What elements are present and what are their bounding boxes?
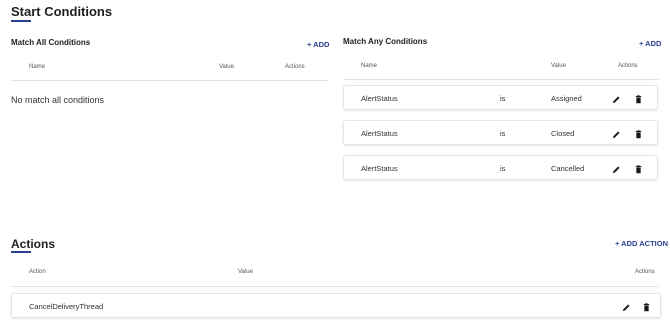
match-any-header-value: Value — [551, 63, 566, 69]
action-row[interactable]: CancelDeliveryThread — [11, 293, 661, 318]
match-all-add-button[interactable]: + ADD — [307, 40, 329, 49]
condition-operator: is — [500, 164, 506, 173]
actions-title: Actions — [11, 237, 56, 251]
add-action-button[interactable]: + ADD ACTION — [615, 239, 668, 248]
actions-header-action: Action — [29, 269, 46, 275]
start-conditions-title: Start Conditions — [11, 4, 113, 19]
pencil-icon[interactable] — [622, 303, 631, 312]
trash-icon[interactable] — [634, 165, 643, 174]
pencil-icon[interactable] — [612, 130, 621, 139]
match-all-header-name: Name — [29, 64, 46, 70]
condition-value: Closed — [551, 129, 575, 138]
match-all-title: Match All Conditions — [11, 38, 91, 47]
condition-value: Assigned — [551, 94, 582, 103]
match-all-empty-message: No match all conditions — [11, 95, 105, 105]
condition-name: AlertStatus — [361, 164, 398, 173]
actions-header-actions: Actions — [635, 269, 655, 275]
match-any-add-button[interactable]: + ADD — [639, 39, 661, 48]
condition-name: AlertStatus — [361, 94, 398, 103]
match-any-row[interactable]: AlertStatus is Closed — [343, 120, 658, 145]
start-conditions-underline — [11, 20, 31, 22]
match-any-title: Match Any Conditions — [343, 37, 428, 46]
pencil-icon[interactable] — [612, 165, 621, 174]
match-any-row[interactable]: AlertStatus is Cancelled — [343, 155, 658, 180]
trash-icon[interactable] — [634, 130, 643, 139]
actions-underline — [11, 251, 31, 253]
pencil-icon[interactable] — [612, 95, 621, 104]
match-all-header-divider — [11, 80, 329, 81]
match-any-header-divider — [343, 79, 659, 80]
match-any-row[interactable]: AlertStatus is Assigned — [343, 85, 658, 110]
actions-header-value: Value — [238, 269, 253, 275]
match-any-header-name: Name — [361, 63, 378, 69]
condition-operator: is — [500, 129, 506, 138]
trash-icon[interactable] — [634, 95, 643, 104]
condition-value: Cancelled — [551, 164, 585, 173]
action-name: CancelDeliveryThread — [29, 302, 104, 311]
match-all-header-value: Value — [219, 64, 234, 70]
actions-header-divider — [11, 286, 659, 287]
condition-name: AlertStatus — [361, 129, 398, 138]
match-any-header-actions: Actions — [618, 63, 638, 69]
condition-operator: is — [500, 94, 506, 103]
trash-icon[interactable] — [642, 303, 651, 312]
match-all-header-actions: Actions — [285, 64, 305, 70]
